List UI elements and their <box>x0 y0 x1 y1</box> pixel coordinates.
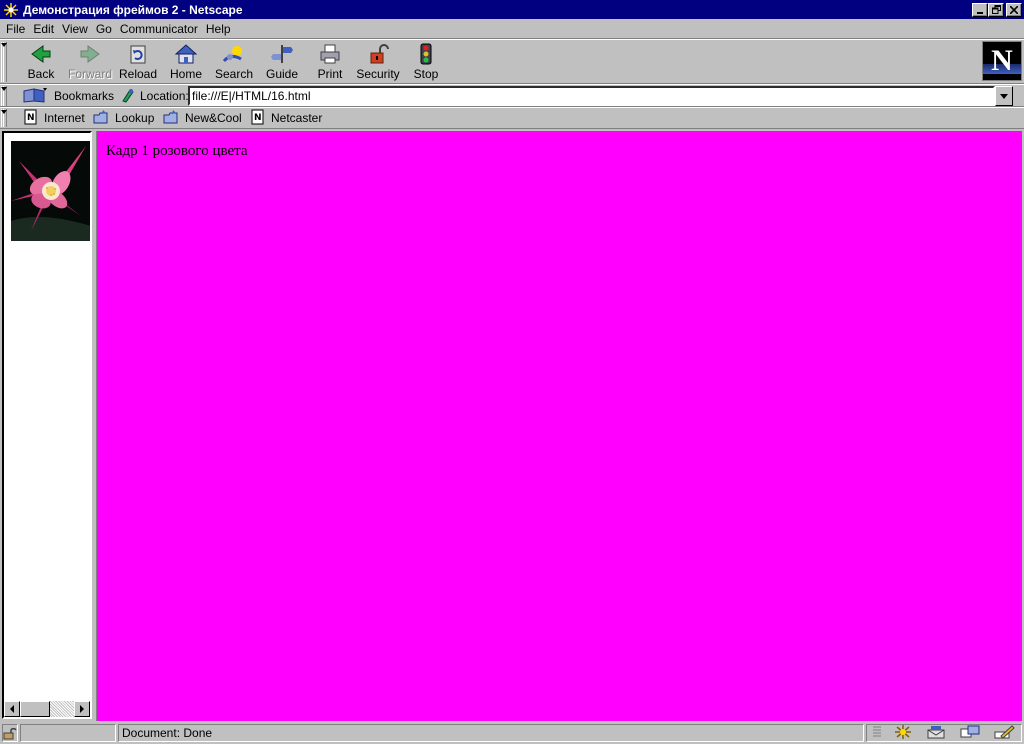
location-toolbar: Bookmarks Location: <box>0 85 1024 107</box>
print-button[interactable]: Print <box>306 43 354 81</box>
chevron-down-icon <box>1000 93 1008 99</box>
search-icon <box>221 43 247 65</box>
menu-bar: File Edit View Go Communicator Help <box>0 19 1024 38</box>
right-frame[interactable]: Кадр 1 розового цвета <box>96 131 1022 721</box>
forward-button[interactable]: Forward <box>66 43 114 81</box>
forward-arrow-icon <box>77 43 103 65</box>
left-frame[interactable] <box>2 131 92 719</box>
page-link-icon: N <box>251 109 265 128</box>
personal-item-lookup[interactable]: Lookup <box>93 109 154 127</box>
collapse-arrow-icon[interactable] <box>1 110 7 114</box>
chevron-right-icon <box>80 705 84 713</box>
location-dropdown-button[interactable] <box>995 86 1013 106</box>
logo-letter: N <box>991 44 1013 77</box>
menu-view[interactable]: View <box>58 22 92 36</box>
navigation-toolbar: Back Forward Reload Home Search Guide Pr… <box>0 40 1024 83</box>
title-bar: Демонстрация фреймов 2 - Netscape <box>0 0 1024 19</box>
bookmarks-label: Bookmarks <box>54 89 115 103</box>
page-link-icon: N <box>24 109 38 128</box>
navigator-icon[interactable] <box>893 724 913 743</box>
bookmarks-button[interactable]: Bookmarks <box>22 87 114 105</box>
printer-icon <box>317 43 343 65</box>
netscape-app-icon <box>3 2 19 18</box>
minimize-button[interactable] <box>972 2 988 17</box>
horizontal-scrollbar[interactable] <box>4 701 90 717</box>
bookmarks-icon <box>22 87 48 106</box>
netscape-logo[interactable]: N <box>982 41 1022 81</box>
window-title: Демонстрация фреймов 2 - Netscape <box>23 2 243 17</box>
guide-button[interactable]: Guide <box>258 43 306 81</box>
menu-edit[interactable]: Edit <box>29 22 58 36</box>
location-label: Location: <box>140 89 189 103</box>
scroll-left-button[interactable] <box>4 701 20 717</box>
security-button[interactable]: Security <box>354 43 402 81</box>
personal-item-internet[interactable]: N Internet <box>24 109 85 127</box>
reload-icon <box>125 43 151 65</box>
location-input[interactable] <box>188 86 995 106</box>
progress-bar <box>20 724 116 742</box>
collapse-arrow-icon[interactable] <box>1 43 7 47</box>
menu-communicator[interactable]: Communicator <box>116 22 202 36</box>
folder-icon <box>163 109 179 128</box>
personal-item-newcool[interactable]: New&Cool <box>163 109 242 127</box>
scroll-track[interactable] <box>20 701 74 717</box>
stop-light-icon <box>413 43 439 65</box>
unlocked-padlock-icon <box>3 727 17 740</box>
svg-text:N: N <box>27 113 35 123</box>
home-icon <box>173 43 199 65</box>
padlock-icon <box>365 43 391 65</box>
collapse-arrow-icon[interactable] <box>1 87 7 91</box>
svg-text:N: N <box>254 113 262 123</box>
restore-button[interactable] <box>988 2 1004 17</box>
component-bar <box>866 724 1022 742</box>
security-status[interactable] <box>2 724 18 742</box>
browser-content: Кадр 1 розового цвета <box>0 128 1024 721</box>
menu-file[interactable]: File <box>2 22 29 36</box>
personal-item-netcaster[interactable]: N Netcaster <box>251 109 322 127</box>
back-button[interactable]: Back <box>17 43 65 81</box>
close-button[interactable] <box>1006 2 1022 17</box>
guide-icon <box>269 43 295 65</box>
toolbar-grip[interactable] <box>1 42 7 82</box>
search-button[interactable]: Search <box>210 43 258 81</box>
page-proxy-icon <box>120 87 136 106</box>
folder-icon <box>93 109 109 128</box>
chevron-left-icon <box>10 705 14 713</box>
menu-go[interactable]: Go <box>92 22 116 36</box>
frame-heading-text: Кадр 1 розового цвета <box>106 143 248 159</box>
back-arrow-icon <box>28 43 54 65</box>
status-bar: Document: Done <box>0 722 1024 744</box>
discussion-icon[interactable] <box>959 724 981 743</box>
menu-help[interactable]: Help <box>202 22 235 36</box>
status-text: Document: Done <box>118 724 864 742</box>
mail-icon[interactable] <box>925 724 947 743</box>
page-proxy[interactable]: Location: <box>120 87 189 105</box>
component-bar-grip[interactable] <box>873 725 881 742</box>
scroll-thumb[interactable] <box>20 701 50 717</box>
personal-toolbar: N Internet Lookup New&Cool N Netcaster <box>0 108 1024 128</box>
flower-image <box>11 141 90 241</box>
scroll-right-button[interactable] <box>74 701 90 717</box>
composer-icon[interactable] <box>993 724 1015 743</box>
stop-button[interactable]: Stop <box>402 43 450 81</box>
home-button[interactable]: Home <box>162 43 210 81</box>
reload-button[interactable]: Reload <box>114 43 162 81</box>
